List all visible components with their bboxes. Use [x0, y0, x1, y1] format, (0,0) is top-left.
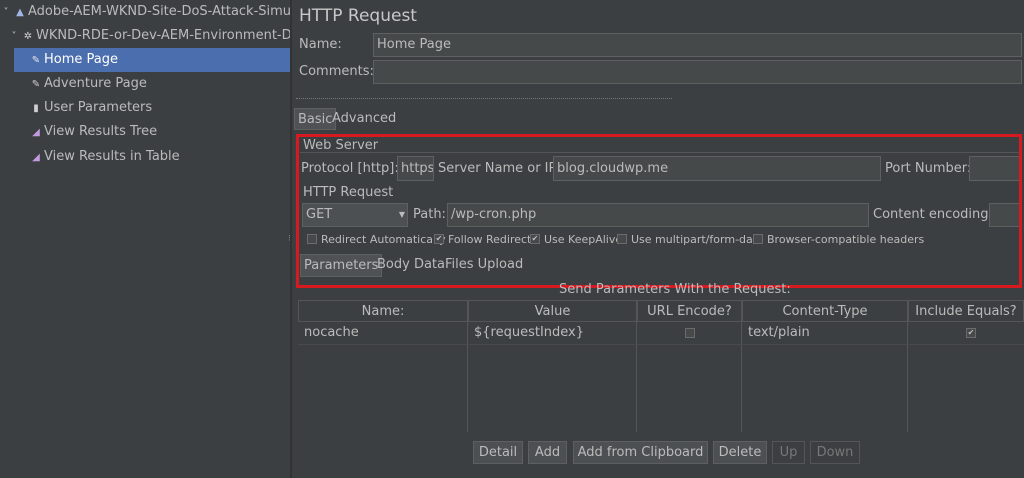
- server-name-field[interactable]: blog.cloudwp.me: [553, 156, 881, 181]
- tree-node-label: Adobe-AEM-WKND-Site-DoS-Attack-Simula: [28, 4, 290, 19]
- path-field[interactable]: /wp-cron.php: [447, 203, 869, 227]
- add-button[interactable]: Add: [528, 441, 567, 464]
- test-plan-icon: ▲: [16, 7, 24, 18]
- checkbox-label: Redirect Automatically: [321, 233, 446, 246]
- panel-title: HTTP Request: [299, 6, 417, 26]
- cell-content-type[interactable]: text/plain: [742, 322, 908, 344]
- tab-basic[interactable]: Basic: [294, 108, 337, 130]
- column-header-name[interactable]: Name:: [298, 300, 468, 322]
- column-divider: [637, 322, 742, 432]
- tab-files-upload[interactable]: Files Upload: [445, 254, 523, 276]
- tab-parameters[interactable]: Parameters: [300, 254, 383, 277]
- checkbox-icon: [307, 234, 317, 244]
- preprocessor-icon: ▮: [33, 103, 39, 114]
- protocol-field[interactable]: https: [397, 156, 434, 181]
- tree-node-label: Adventure Page: [44, 76, 147, 91]
- comments-label: Comments:: [299, 64, 374, 79]
- column-header-url-encode[interactable]: URL Encode?: [637, 300, 742, 322]
- column-header-content-type[interactable]: Content-Type: [742, 300, 908, 322]
- name-field[interactable]: Home Page: [373, 33, 1022, 57]
- checkbox-icon: [617, 234, 627, 244]
- tree-node-view-results-table[interactable]: ◢ View Results in Table: [30, 145, 290, 169]
- server-name-label: Server Name or IP:: [438, 161, 561, 176]
- name-label: Name:: [299, 37, 342, 52]
- http-request-legend: HTTP Request: [303, 185, 394, 200]
- checkbox-label: Browser-compatible headers: [767, 233, 925, 246]
- protocol-label: Protocol [http]:: [301, 161, 399, 176]
- tree-node-adventure-page[interactable]: ✎ Adventure Page: [30, 72, 290, 96]
- checkbox-label: Use multipart/form-data: [631, 233, 764, 246]
- column-header-include-equals[interactable]: Include Equals?: [908, 300, 1024, 322]
- delete-button[interactable]: Delete: [713, 441, 767, 464]
- include-equals-checkbox[interactable]: ✔: [966, 328, 976, 338]
- browser-compatible-headers-checkbox[interactable]: Browser-compatible headers: [753, 232, 924, 248]
- path-label: Path:: [413, 207, 446, 222]
- use-multipart-checkbox[interactable]: Use multipart/form-data: [617, 232, 764, 248]
- down-button[interactable]: Down: [810, 441, 860, 464]
- tree-node-user-parameters[interactable]: ▮ User Parameters: [30, 96, 290, 120]
- use-keepalive-checkbox[interactable]: ✔ Use KeepAlive: [530, 232, 622, 248]
- tab-advanced[interactable]: Advanced: [332, 108, 396, 130]
- checkbox-checked-icon: ✔: [530, 234, 540, 244]
- tree-node-label: View Results Tree: [44, 124, 158, 139]
- row-divider: [298, 344, 1024, 345]
- checkbox-label: Use KeepAlive: [544, 233, 623, 246]
- method-select-value: GET: [306, 207, 333, 222]
- checkbox-label: Follow Redirects: [448, 233, 538, 246]
- dropdown-arrow-icon: ▼: [398, 210, 405, 219]
- tree-node-test-plan[interactable]: ˅ ▲ Adobe-AEM-WKND-Site-DoS-Attack-Simula: [0, 0, 291, 24]
- port-number-field[interactable]: [969, 156, 1022, 181]
- content-encoding-label: Content encoding:: [873, 207, 993, 222]
- comments-field[interactable]: [373, 60, 1022, 84]
- method-select[interactable]: GET ▼: [302, 203, 408, 227]
- checkbox-icon: [753, 234, 763, 244]
- cell-value[interactable]: ${requestIndex}: [468, 322, 637, 344]
- detail-button[interactable]: Detail: [473, 441, 523, 464]
- listener-icon: ◢: [32, 127, 40, 138]
- redirect-automatically-checkbox[interactable]: Redirect Automatically: [307, 232, 446, 248]
- tree-node-home-page[interactable]: ✎ Home Page: [14, 48, 290, 72]
- follow-redirects-checkbox[interactable]: ✔ Follow Redirects: [434, 232, 537, 248]
- tree-node-label: WKND-RDE-or-Dev-AEM-Environment-DC: [36, 28, 290, 43]
- port-number-label: Port Number:: [885, 161, 972, 176]
- sampler-pencil-icon: ✎: [31, 79, 41, 90]
- checkbox-checked-icon: ✔: [434, 234, 444, 244]
- tree-node-label: View Results in Table: [44, 149, 180, 164]
- thread-group-icon: ✲: [23, 31, 33, 42]
- tree-node-label: Home Page: [44, 52, 118, 67]
- test-plan-tree: ˅ ▲ Adobe-AEM-WKND-Site-DoS-Attack-Simula …: [0, 0, 291, 478]
- tree-node-thread-group[interactable]: ˅ ✲ WKND-RDE-or-Dev-AEM-Environment-DC: [8, 24, 291, 48]
- url-encode-checkbox[interactable]: [685, 328, 695, 338]
- add-from-clipboard-button[interactable]: Add from Clipboard: [573, 441, 708, 464]
- listener-icon: ◢: [32, 152, 40, 163]
- sampler-pencil-icon: ✎: [31, 55, 41, 66]
- expand-chevron-icon[interactable]: ˅: [0, 1, 12, 24]
- tree-node-view-results-tree[interactable]: ◢ View Results Tree: [30, 120, 290, 144]
- cell-name[interactable]: nocache: [298, 322, 468, 344]
- expand-chevron-icon[interactable]: ˅: [8, 25, 20, 48]
- column-header-value[interactable]: Value: [468, 300, 637, 322]
- up-button[interactable]: Up: [772, 441, 805, 464]
- tree-node-label: User Parameters: [44, 100, 153, 115]
- web-server-legend: Web Server: [303, 138, 379, 153]
- tab-body-data[interactable]: Body Data: [377, 254, 445, 276]
- collapse-divider[interactable]: [296, 98, 672, 100]
- content-encoding-field[interactable]: [989, 203, 1022, 227]
- parameters-caption: Send Parameters With the Request:: [559, 282, 791, 297]
